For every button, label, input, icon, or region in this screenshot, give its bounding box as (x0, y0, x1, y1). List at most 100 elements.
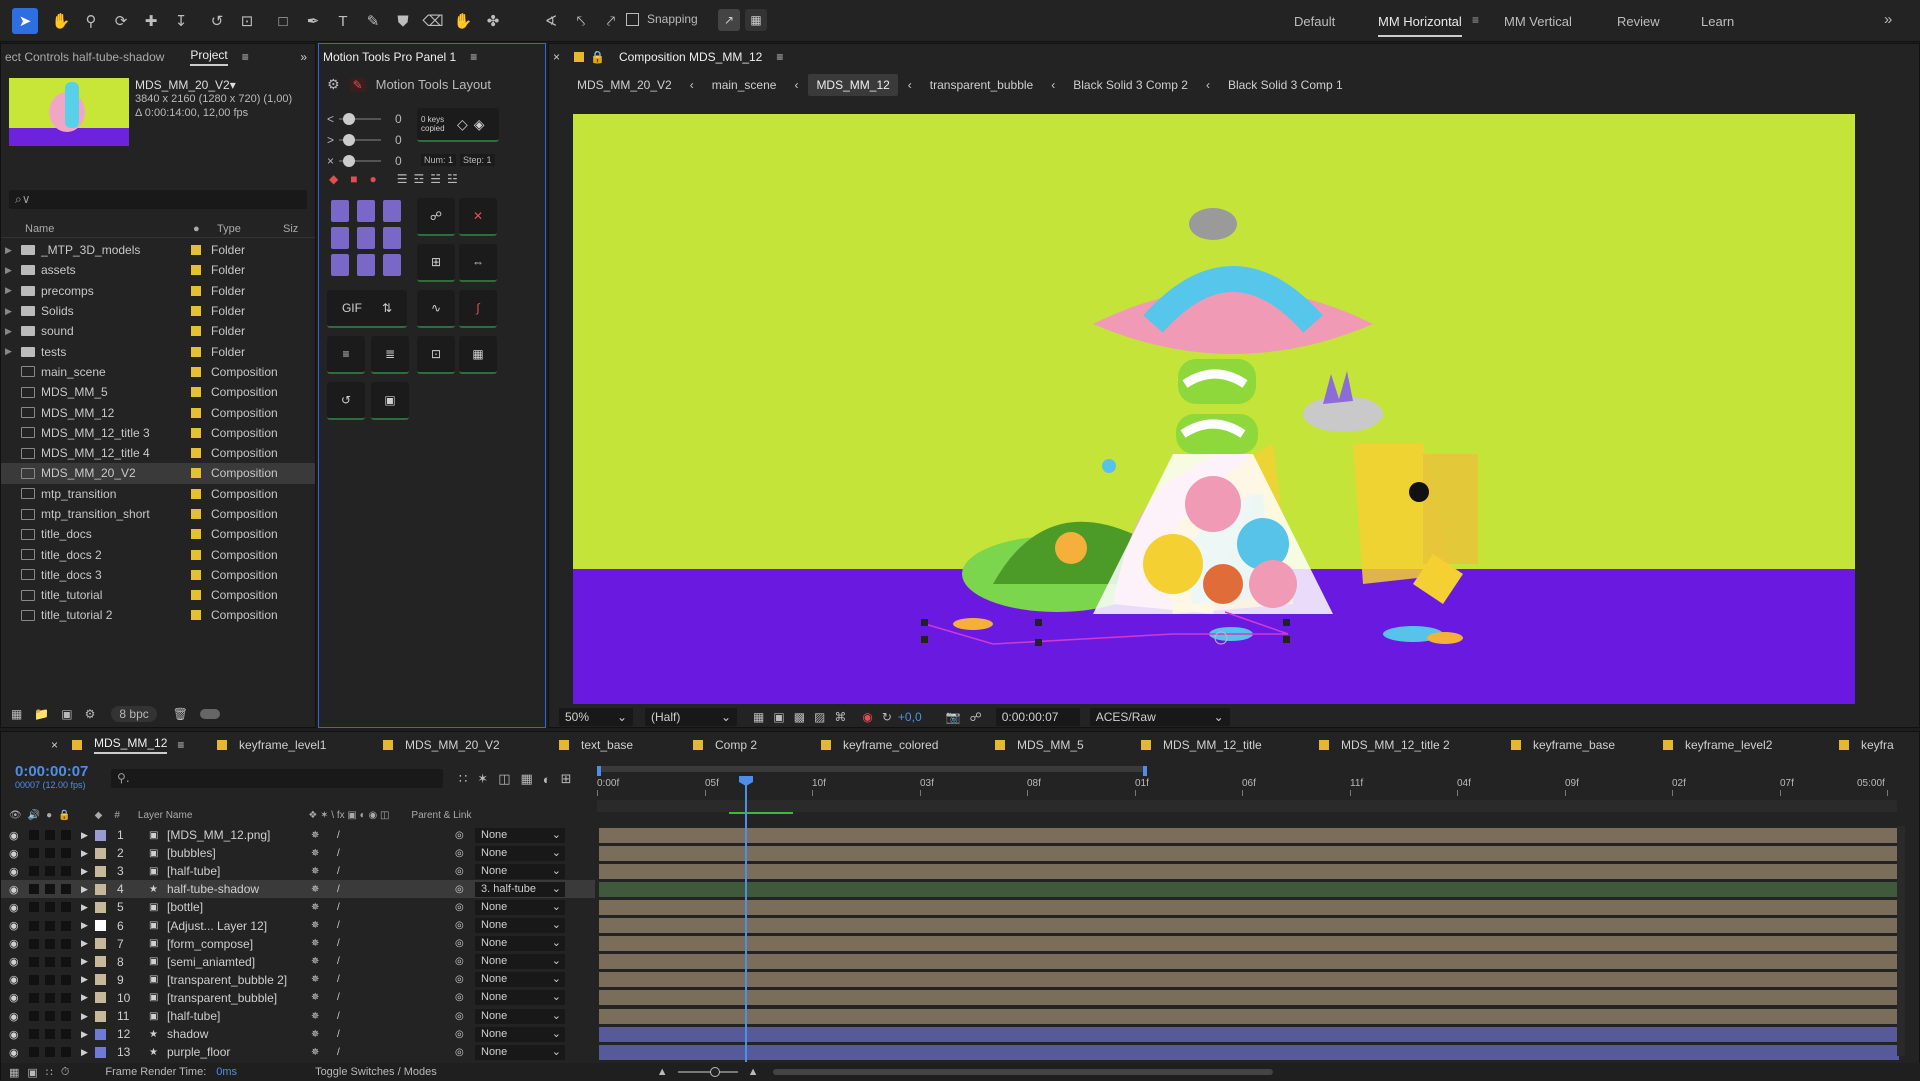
breadcrumb-item[interactable]: transparent_bubble (922, 74, 1041, 96)
label-color-swatch[interactable] (191, 387, 201, 398)
label-color-swatch[interactable] (191, 549, 201, 560)
audio-toggle[interactable] (29, 848, 39, 859)
parent-select[interactable]: None ⌄ (475, 972, 565, 988)
shy-switch-icon[interactable]: ✵ (311, 884, 319, 895)
parent-pickwhip-icon[interactable]: ◎ (455, 830, 464, 841)
lock-toggle[interactable] (61, 884, 71, 895)
toggle-switches-modes-button[interactable]: Toggle Switches / Modes (315, 1066, 437, 1078)
parent-select[interactable]: None ⌄ (475, 954, 565, 970)
layer-row[interactable]: ◉ ▶ 4 ★ half-tube-shadow ✵ / ◎ 3. half-tube ⌄ (1, 880, 595, 899)
layer-name[interactable]: [form_compose] (167, 937, 253, 951)
toggle-slider-icon[interactable] (200, 709, 220, 719)
parent-select[interactable]: None ⌄ (475, 918, 565, 934)
workspace-review[interactable]: Review (1617, 14, 1660, 29)
expand-arrow-icon[interactable]: ▶ (81, 848, 88, 859)
snap-edges-icon[interactable]: ↗ (718, 9, 740, 31)
layer-row[interactable]: ◉ ▶ 3 ▣ [half-tube] ✵ / ◎ None ⌄ (1, 862, 595, 880)
anchor-point-cell[interactable] (383, 254, 401, 276)
label-color-swatch[interactable] (191, 590, 201, 601)
label-color-swatch[interactable] (95, 920, 106, 932)
quality-switch-icon[interactable]: / (337, 992, 340, 1003)
square-icon[interactable]: ▣ (371, 382, 409, 420)
solo-toggle[interactable] (45, 974, 55, 985)
solo-toggle[interactable] (45, 902, 55, 913)
clone-stamp-icon[interactable]: ⛊ (390, 8, 416, 34)
eye-icon[interactable]: ◉ (9, 901, 19, 914)
project-folder-row[interactable]: ▶ Solids Folder (1, 301, 315, 321)
solo-toggle[interactable] (45, 884, 55, 895)
project-search-input[interactable]: ⌕∨ (9, 190, 307, 209)
label-color-swatch[interactable] (95, 992, 106, 1004)
lock-toggle[interactable] (61, 866, 71, 877)
label-column-icon[interactable]: ◆ (95, 810, 103, 821)
parent-pickwhip-icon[interactable]: ◎ (455, 1047, 464, 1058)
snapping-toggle[interactable]: Snapping (626, 12, 698, 26)
label-color-swatch[interactable] (191, 509, 201, 519)
label-color-swatch[interactable] (95, 1010, 106, 1022)
resolution-select[interactable]: (Half) ⌄ (645, 708, 737, 726)
timeline-tab[interactable]: Comp 2 (693, 732, 757, 758)
parent-select[interactable]: None ⌄ (475, 899, 565, 915)
label-color-swatch[interactable] (95, 956, 106, 968)
pen-tool-icon[interactable]: ✒ (300, 8, 326, 34)
project-comp-row[interactable]: title_docs 2 Composition (1, 544, 315, 564)
copy-keys-button[interactable]: 0 keys copied ◇ ◈ (417, 108, 499, 142)
label-color-swatch[interactable] (95, 883, 106, 895)
eraser-icon[interactable]: ⌫ (420, 8, 446, 34)
expand-arrow-icon[interactable]: ▶ (81, 920, 88, 931)
label-color-swatch[interactable] (191, 326, 201, 337)
stagger-icon[interactable]: ☲ (414, 172, 425, 186)
label-color-swatch[interactable] (191, 427, 201, 438)
eye-icon[interactable]: ◉ (9, 1046, 19, 1059)
shy-switch-icon[interactable]: ✵ (311, 830, 319, 841)
comp-mini-flowchart-icon[interactable]: ∷ (459, 771, 467, 787)
project-comp-row[interactable]: mtp_transition Composition (1, 484, 315, 504)
expand-arrow-icon[interactable]: ▶ (5, 326, 17, 337)
anchor-point-cell[interactable] (357, 254, 375, 276)
adjust-settings-icon[interactable]: ⚙ (85, 707, 96, 721)
timeline-tab[interactable]: keyfra (1839, 732, 1894, 758)
hand-tool-icon[interactable]: ✋ (48, 8, 74, 34)
expand-arrow-icon[interactable]: ▶ (81, 902, 88, 913)
exposure-value[interactable]: +0,0 (898, 710, 922, 724)
quality-switch-icon[interactable]: / (337, 938, 340, 949)
project-comp-row[interactable]: MDS_MM_12 Composition (1, 402, 315, 422)
ease-in-slider[interactable] (339, 112, 381, 125)
dolly-camera-icon[interactable]: ↧ (168, 8, 194, 34)
expand-arrow-icon[interactable]: ▶ (81, 1011, 88, 1022)
color-management-select[interactable]: ACES/Raw ⌄ (1089, 708, 1230, 726)
lock-toggle[interactable] (61, 902, 71, 913)
project-folder-row[interactable]: ▶ assets Folder (1, 260, 315, 280)
interpret-footage-icon[interactable]: ▦ (11, 707, 22, 721)
keyframe-red-icon[interactable]: ◆ (329, 172, 338, 186)
parent-pickwhip-icon[interactable]: ◎ (455, 884, 464, 895)
parent-pickwhip-icon[interactable]: ◎ (455, 920, 464, 931)
sequence-icon[interactable]: ☱ (430, 172, 441, 186)
shy-switch-icon[interactable]: ✵ (311, 920, 319, 931)
quality-switch-icon[interactable]: / (337, 1011, 340, 1022)
expand-arrow-icon[interactable]: ▶ (81, 1029, 88, 1040)
solo-toggle[interactable] (45, 848, 55, 859)
work-area-bar[interactable] (597, 766, 1145, 772)
roto-brush-icon[interactable]: ✋ (450, 8, 476, 34)
curve-icon[interactable]: ∫ (459, 290, 497, 328)
transfer-controls-icon[interactable]: ▣ (27, 1066, 37, 1079)
tab-motion-tools[interactable]: Motion Tools Pro Panel 1 (323, 50, 456, 64)
breadcrumb-item[interactable]: main_scene (704, 74, 785, 96)
quality-switch-icon[interactable]: / (337, 884, 340, 895)
workspace-mm-horizontal[interactable]: MM Horizontal (1378, 14, 1462, 37)
shy-switch-icon[interactable]: ✵ (311, 956, 319, 967)
layer-duration-bar[interactable] (599, 827, 1899, 843)
preview-comp-name[interactable]: MDS_MM_20_V2▾ (135, 78, 292, 92)
label-color-swatch[interactable] (191, 346, 201, 357)
project-comp-row[interactable]: main_scene Composition (1, 362, 315, 382)
eye-icon[interactable]: ◉ (9, 973, 19, 986)
parent-select[interactable]: None ⌄ (475, 936, 565, 952)
panel-menu-icon[interactable]: ≡ (470, 50, 477, 64)
parent-select[interactable]: None ⌄ (475, 990, 565, 1006)
breadcrumb-item[interactable]: MDS_MM_12 (808, 74, 898, 96)
lock-toggle[interactable] (61, 830, 71, 841)
label-color-swatch[interactable] (191, 285, 201, 296)
composition-viewer[interactable] (573, 114, 1855, 704)
project-comp-row[interactable]: MDS_MM_12_title 3 Composition (1, 423, 315, 443)
